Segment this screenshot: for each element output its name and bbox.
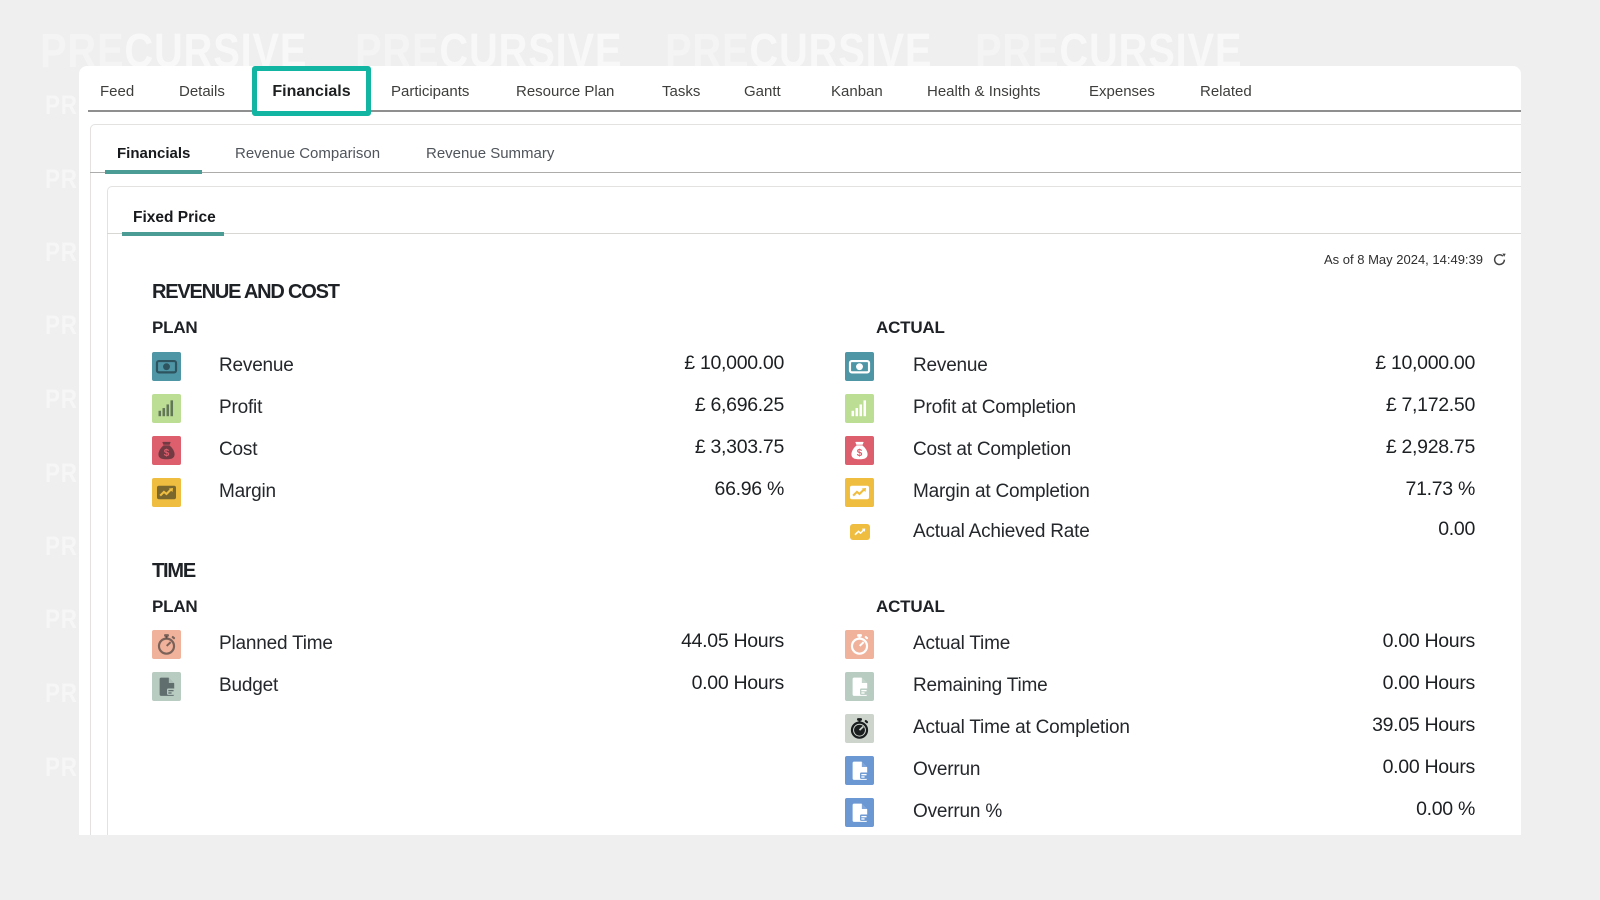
svg-text:$: $ <box>857 448 863 459</box>
svg-text:$: $ <box>164 448 170 459</box>
